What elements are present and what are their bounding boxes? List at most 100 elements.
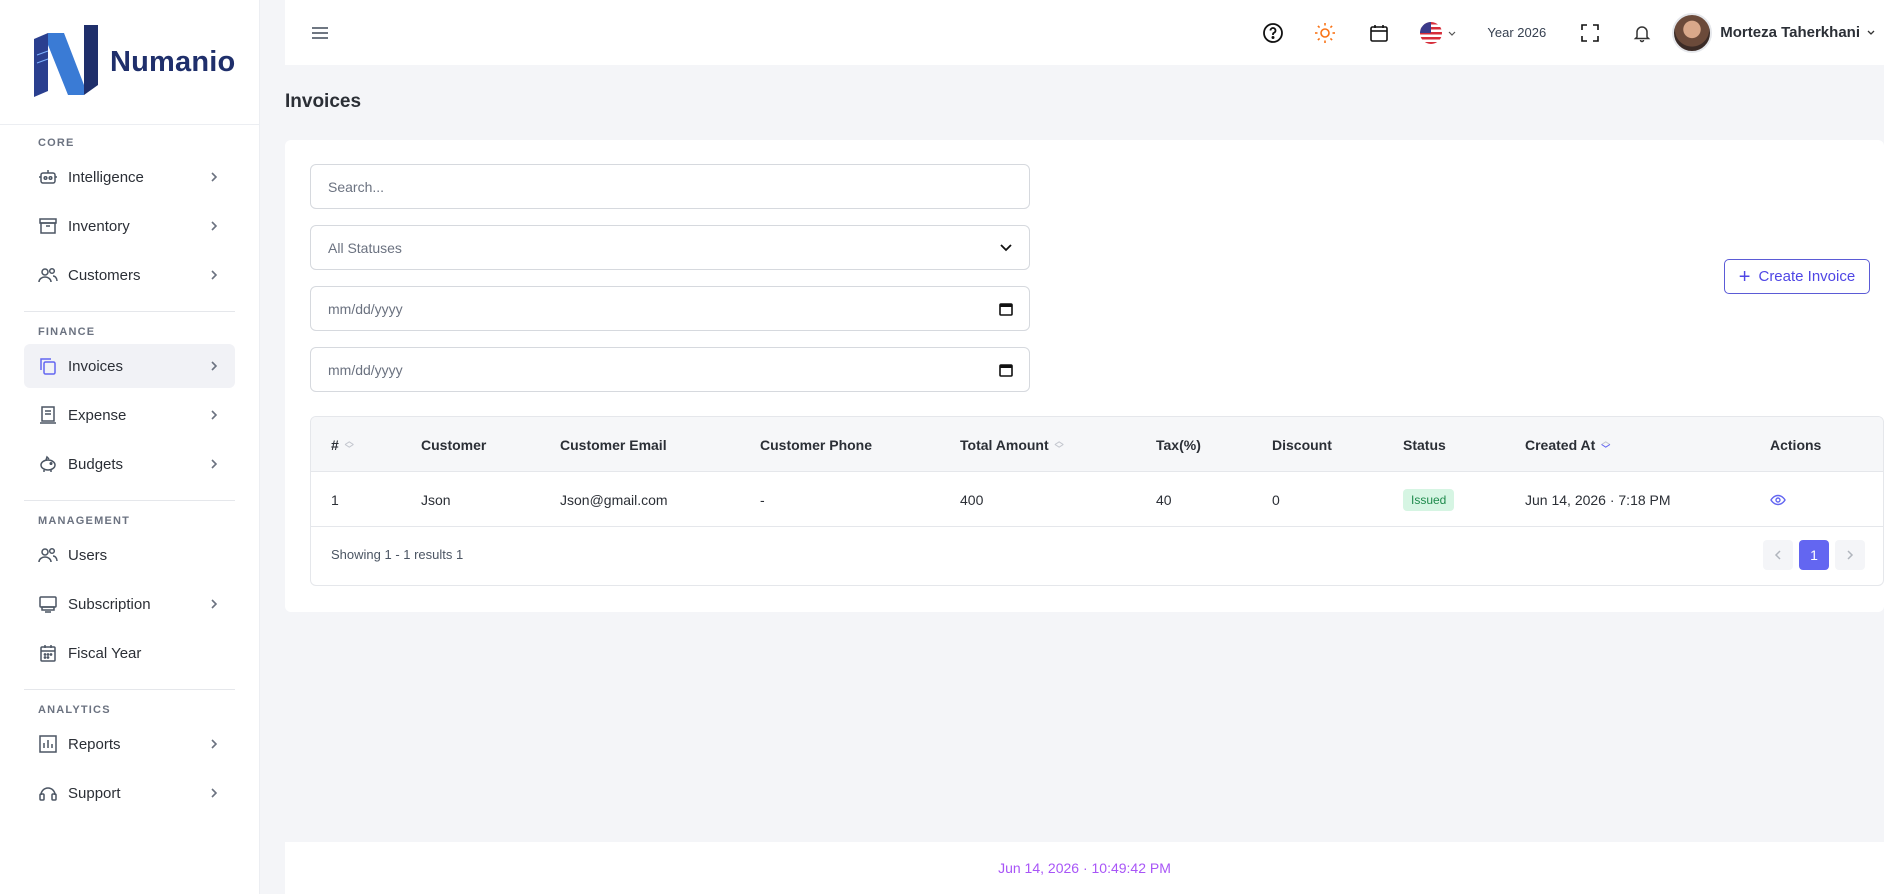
eye-icon[interactable] bbox=[1770, 492, 1786, 508]
pagination: 1 bbox=[1763, 540, 1865, 570]
chevron-right-icon bbox=[1847, 550, 1854, 560]
chevron-left-icon bbox=[1774, 550, 1781, 560]
language-flag-icon[interactable] bbox=[1419, 21, 1459, 45]
search-input[interactable]: Search... bbox=[310, 164, 1030, 209]
calendar-icon[interactable] bbox=[997, 300, 1015, 318]
table-footer: Showing 1 - 1 results 1 1 bbox=[311, 527, 1883, 585]
cell-total: 400 bbox=[960, 491, 984, 508]
column-header-label: Actions bbox=[1770, 436, 1822, 453]
calendar-icon[interactable] bbox=[997, 361, 1015, 379]
column-header-label: Customer Email bbox=[560, 436, 667, 453]
sidebar-item-label: Invoices bbox=[68, 357, 124, 375]
column-header-label: Created At bbox=[1525, 436, 1596, 453]
plus-icon: + bbox=[1738, 265, 1751, 288]
footer-timestamp: Jun 14, 2026 · 10:49:42 PM bbox=[998, 860, 1171, 876]
column-header-total[interactable]: Total Amount ︿ ﹀ bbox=[960, 417, 1064, 472]
help-icon[interactable] bbox=[1261, 21, 1285, 45]
section-title-core: CORE bbox=[38, 137, 75, 149]
column-header-created[interactable]: Created At ︿ ﹀ bbox=[1525, 417, 1610, 472]
column-header-num[interactable]: # ︿ ﹀ bbox=[331, 417, 354, 472]
sidebar-item-expense[interactable]: Expense bbox=[24, 393, 235, 437]
results-summary: Showing 1 - 1 results 1 bbox=[331, 547, 464, 562]
sidebar-item-reports[interactable]: Reports bbox=[24, 722, 235, 766]
sort-icon[interactable]: ︿ ﹀ bbox=[345, 436, 354, 453]
sidebar-item-invoices[interactable]: Invoices bbox=[24, 344, 235, 388]
table-row[interactable]: 1 Json Json@gmail.com - 400 40 0 Issued … bbox=[311, 472, 1883, 527]
brand-name: Numanio bbox=[110, 45, 236, 78]
cell-email: Json@gmail.com bbox=[560, 491, 668, 508]
calendar-icon[interactable] bbox=[1367, 21, 1391, 45]
next-page-button[interactable] bbox=[1835, 540, 1865, 570]
receipt-icon bbox=[38, 405, 58, 425]
sidebar-item-intelligence[interactable]: Intelligence bbox=[24, 155, 235, 199]
footer: Jun 14, 2026 · 10:49:42 PM bbox=[285, 842, 1884, 894]
column-header-email: Customer Email bbox=[560, 417, 667, 472]
chevron-down-icon[interactable] bbox=[1866, 28, 1876, 38]
sidebar-item-label: Fiscal Year bbox=[68, 644, 142, 662]
sidebar-item-subscription[interactable]: Subscription bbox=[24, 582, 235, 626]
date-from-input[interactable]: mm/dd/yyyy bbox=[310, 286, 1030, 331]
cell-num: 1 bbox=[331, 491, 339, 508]
chevron-right-icon bbox=[211, 599, 218, 609]
headset-icon bbox=[38, 783, 58, 803]
chevron-down-icon bbox=[1000, 244, 1012, 252]
cell-actions bbox=[1770, 472, 1786, 527]
create-invoice-label: Create Invoice bbox=[1758, 268, 1856, 285]
cell-discount: 0 bbox=[1272, 491, 1280, 508]
page-title: Invoices bbox=[285, 91, 362, 112]
topbar-actions: Year 2026 Morteza Taherkhani bbox=[1261, 0, 1884, 65]
column-header-actions: Actions bbox=[1770, 417, 1821, 472]
sidebar-item-budgets[interactable]: Budgets bbox=[24, 442, 235, 486]
chevron-right-icon bbox=[211, 361, 218, 371]
sun-icon[interactable] bbox=[1313, 21, 1337, 45]
hamburger-menu-icon[interactable] bbox=[311, 26, 329, 40]
column-header-phone: Customer Phone bbox=[760, 417, 872, 472]
create-invoice-button[interactable]: + Create Invoice bbox=[1724, 259, 1870, 294]
avatar[interactable] bbox=[1672, 12, 1713, 53]
sidebar-nav: CORE Intelligence Inventory Customers FI… bbox=[0, 137, 259, 815]
topbar: Year 2026 Morteza Taherkhani bbox=[285, 0, 1884, 65]
user-name[interactable]: Morteza Taherkhani bbox=[1720, 24, 1860, 41]
search-placeholder: Search... bbox=[328, 178, 385, 195]
piggy-bank-icon bbox=[38, 454, 58, 474]
sidebar-item-support[interactable]: Support bbox=[24, 771, 235, 815]
sidebar-item-label: Expense bbox=[68, 406, 127, 424]
sort-icon[interactable]: ︿ ﹀ bbox=[1055, 436, 1064, 453]
sidebar-item-label: Customers bbox=[68, 266, 141, 284]
bar-chart-icon bbox=[38, 734, 58, 754]
sidebar-item-label: Budgets bbox=[68, 455, 124, 473]
column-header-discount: Discount bbox=[1272, 417, 1332, 472]
sort-icon[interactable]: ︿ ﹀ bbox=[1601, 436, 1610, 453]
sidebar-item-fiscal-year[interactable]: Fiscal Year bbox=[24, 631, 235, 675]
numanio-logo-icon bbox=[34, 25, 98, 97]
chevron-right-icon bbox=[211, 221, 218, 231]
column-header-label: Total Amount bbox=[960, 436, 1049, 453]
page-button-current[interactable]: 1 bbox=[1799, 540, 1829, 570]
calendar-icon bbox=[38, 643, 58, 663]
column-header-label: Status bbox=[1403, 436, 1446, 453]
sidebar-item-label: Inventory bbox=[68, 217, 130, 235]
chevron-right-icon bbox=[211, 410, 218, 420]
sidebar-item-customers[interactable]: Customers bbox=[24, 253, 235, 297]
sidebar-item-inventory[interactable]: Inventory bbox=[24, 204, 235, 248]
prev-page-button[interactable] bbox=[1763, 540, 1793, 570]
sidebar-item-label: Support bbox=[68, 784, 121, 802]
monitor-icon bbox=[38, 594, 58, 614]
sidebar-item-users[interactable]: Users bbox=[24, 533, 235, 577]
invoice-icon bbox=[38, 356, 58, 376]
date-to-input[interactable]: mm/dd/yyyy bbox=[310, 347, 1030, 392]
year-label[interactable]: Year 2026 bbox=[1487, 25, 1546, 40]
invoices-card: Search... All Statuses mm/dd/yyyy mm/dd/… bbox=[285, 140, 1884, 612]
column-header-label: Customer bbox=[421, 436, 487, 453]
section-title-management: MANAGEMENT bbox=[38, 515, 131, 527]
chevron-right-icon bbox=[211, 270, 218, 280]
bell-icon[interactable] bbox=[1630, 21, 1654, 45]
sidebar-item-label: Users bbox=[68, 546, 108, 564]
cell-phone: - bbox=[760, 491, 765, 508]
fullscreen-icon[interactable] bbox=[1578, 21, 1602, 45]
status-select[interactable]: All Statuses bbox=[310, 225, 1030, 270]
section-title-analytics: ANALYTICS bbox=[38, 704, 111, 716]
divider bbox=[24, 500, 235, 501]
brand[interactable]: Numanio bbox=[0, 0, 259, 125]
column-header-label: # bbox=[331, 436, 339, 453]
